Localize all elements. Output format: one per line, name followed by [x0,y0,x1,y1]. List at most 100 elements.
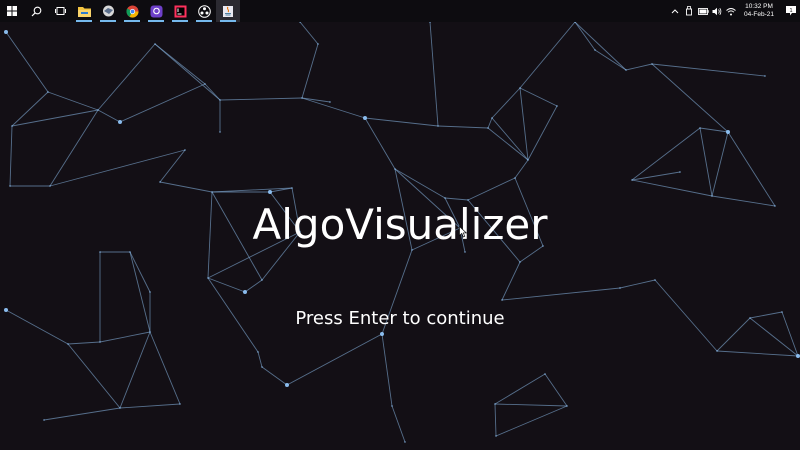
task-view-button[interactable] [48,0,72,22]
notification-center-button[interactable]: 1 [782,0,800,22]
network-node [491,117,493,119]
network-edge [11,109,99,127]
wifi-tray-button[interactable] [725,0,737,22]
network-edge [619,279,656,289]
file-explorer-icon [77,6,91,17]
network-node [149,331,151,333]
network-node [764,75,766,77]
intellij-button[interactable] [168,0,192,22]
network-edge [99,331,151,343]
network-edge [519,87,529,161]
obs-icon [197,4,211,18]
network-node [619,287,621,289]
network-node [716,350,718,352]
network-node [179,403,181,405]
network-edge [43,407,121,421]
network-edge [129,251,151,293]
network-node [219,131,221,133]
network-node [726,130,730,134]
java-button[interactable] [216,0,240,22]
network-node [11,125,13,127]
network-edge [631,171,681,181]
network-node [219,99,221,101]
network-edge [301,97,331,103]
network-edge [149,331,181,405]
show-hidden-icons-button[interactable] [669,0,681,22]
network-node [495,435,497,437]
network-edge [594,49,627,71]
network-node [285,383,289,387]
network-edge [97,43,156,111]
battery-tray-button[interactable] [697,0,709,22]
network-edge [625,63,653,71]
network-node [487,127,489,129]
network-edge [631,179,713,197]
network-edge [119,331,151,409]
app-title: AlgoVisualizer [252,200,548,249]
network-node [207,277,209,279]
network-edge [495,405,568,437]
network-edge [651,63,766,77]
network-edge [381,333,393,407]
network-node [556,105,558,107]
network-edge [651,63,729,133]
network-node [154,43,156,45]
network-node [711,195,713,197]
network-edge [437,125,489,129]
network-edge [527,105,558,161]
network-node [159,181,161,183]
network-node [43,419,45,421]
taskbar: 10:32 PM 04-Feb-21 1 [0,0,800,22]
network-edge [119,403,181,409]
network-edge [219,97,303,101]
network-edge [207,277,246,293]
network-edge [487,117,493,129]
network-node [261,366,263,368]
network-edge [286,333,383,386]
network-node [97,109,99,111]
network-edge [514,159,529,179]
usb-tray-button[interactable] [683,0,695,22]
github-button[interactable] [144,0,168,22]
taskbar-clock[interactable]: 10:32 PM 04-Feb-21 [744,3,774,19]
network-edge [711,131,729,197]
network-node [679,171,681,173]
network-edge [716,350,799,357]
chrome-button[interactable] [120,0,144,22]
network-edge [5,31,49,93]
network-node [363,116,367,120]
network-edge [364,117,439,127]
clock-time: 10:32 PM [745,3,773,10]
task-view-icon [54,7,66,15]
network-node [9,185,11,187]
network-node [437,125,439,127]
network-edge [519,22,576,89]
file-explorer-button[interactable] [72,0,96,22]
network-edge [299,22,319,45]
start-button[interactable] [0,0,24,22]
java-icon [223,5,233,17]
network-node [329,101,331,103]
app-button[interactable] [96,0,120,22]
network-node [699,127,701,129]
network-edge [391,405,406,443]
algo-visualizer-window: AlgoVisualizer Press Enter to continue [0,22,800,450]
volume-tray-button[interactable] [711,0,723,22]
network-edge [257,351,263,368]
network-node [631,179,633,181]
network-edge [544,373,568,407]
search-button[interactable] [24,0,48,22]
network-node [268,190,272,194]
network-edge [159,149,186,183]
github-icon [150,5,162,17]
network-edge [727,131,776,207]
volume-icon [712,7,722,15]
obs-button[interactable] [192,0,216,22]
network-node [243,290,247,294]
network-node [47,91,49,93]
clock-date: 04-Feb-21 [744,11,774,18]
network-edge [519,87,558,107]
network-edge [301,97,366,119]
network-node [261,279,263,281]
network-node [464,251,466,253]
